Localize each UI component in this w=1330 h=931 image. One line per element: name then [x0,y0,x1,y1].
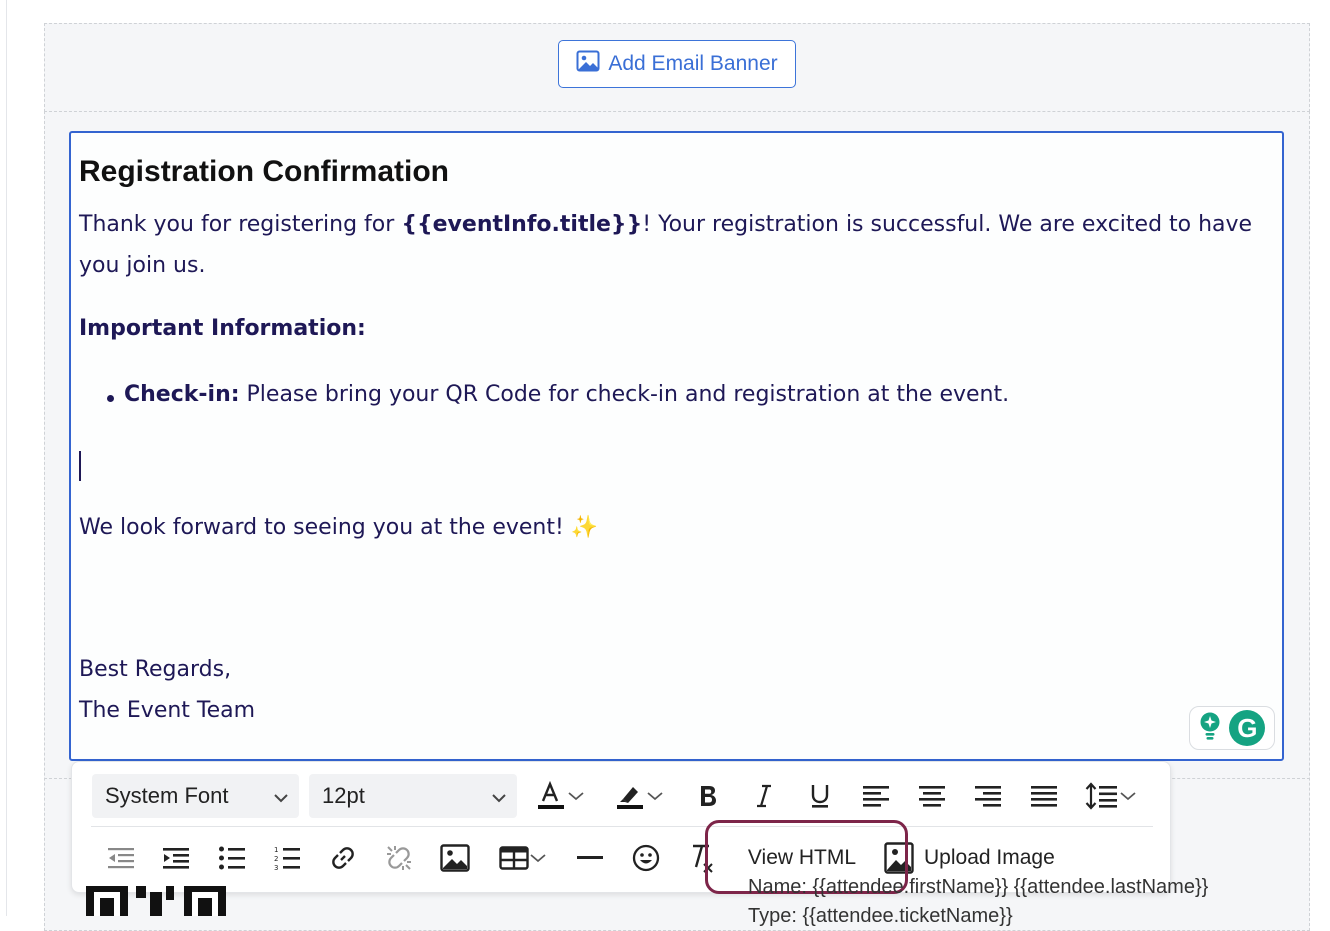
outdent-icon [107,847,135,869]
indent-button[interactable] [159,841,193,875]
horizontal-line-icon [576,855,604,861]
font-size-value: 12pt [322,783,365,808]
chevron-down-icon [567,791,585,801]
view-html-label: View HTML [747,846,857,869]
add-email-banner-label: Add Email Banner [608,52,778,75]
align-center-button[interactable] [915,779,949,813]
image-upload-icon [884,842,914,874]
font-family-value: System Font [105,783,229,808]
italic-button[interactable] [748,779,780,813]
text-cursor [79,451,81,481]
insert-image-button[interactable] [438,841,472,875]
horizontal-rule-button[interactable] [573,841,607,875]
italic-icon [753,784,775,808]
bullet-list-icon [218,846,246,870]
attendee-ticket-line: Type: {{attendee.ticketName}} [748,905,1013,927]
chevron-down-icon [273,783,289,809]
add-email-banner-button[interactable]: Add Email Banner [558,40,796,88]
smiley-icon [632,844,660,872]
svg-text:1: 1 [274,846,278,854]
text-color-button[interactable] [528,777,592,815]
important-info-heading: Important Information: [79,316,366,341]
line-height-button[interactable] [1080,779,1142,813]
svg-text:2: 2 [274,855,278,863]
text-color-icon [535,781,567,811]
attendee-name-line: Name: {{attendee.firstName}} {{attendee.… [748,876,1209,898]
align-justify-icon [1030,785,1058,807]
font-size-select[interactable]: 12pt [309,774,517,818]
svg-text:3: 3 [274,864,278,871]
indent-icon [162,847,190,869]
align-right-button[interactable] [971,779,1005,813]
align-right-icon [974,785,1002,807]
editor-toolbar: System Font 12pt 1 2 3 View HTML Upload … [71,761,1171,894]
bullet-marker [107,395,114,402]
unlink-icon [384,843,414,873]
emoji-button[interactable] [629,841,663,875]
chevron-down-icon [646,791,664,801]
checkin-list-item: Check-in: Please bring your QR Code for … [107,382,1009,407]
clear-formatting-icon [687,843,715,873]
checkin-label: Check-in: [124,382,240,407]
chevron-down-icon [491,783,507,809]
email-heading: Registration Confirmation [79,155,450,188]
highlighter-icon [614,781,646,811]
image-icon [576,50,600,78]
upload-image-label: Upload Image [924,846,1055,869]
table-button[interactable] [492,841,554,875]
link-icon [328,843,358,873]
bullet-list-button[interactable] [215,841,249,875]
team-line: The Event Team [79,698,256,723]
intro-paragraph: Thank you for registering for {{eventInf… [79,204,1259,286]
grammarly-widget[interactable]: G [1189,706,1275,750]
highlight-color-button[interactable] [607,777,671,815]
underline-icon [809,783,831,809]
regards-line: Best Regards, [79,657,232,682]
outdent-button[interactable] [104,841,138,875]
numbered-list-icon: 123 [273,845,301,871]
underline-button[interactable] [804,779,836,813]
event-title-placeholder: {{eventInfo.title}} [401,212,643,237]
table-icon [499,846,529,870]
clear-formatting-button[interactable] [684,841,718,875]
link-button[interactable] [326,841,360,875]
line-height-icon [1085,782,1119,810]
align-left-icon [862,785,890,807]
numbered-list-button[interactable]: 123 [270,841,304,875]
image-icon [440,844,470,872]
align-justify-button[interactable] [1027,779,1061,813]
closing-text: We look forward to seeing you at the eve… [79,515,571,540]
align-center-icon [918,785,946,807]
sparkles-emoji: ✨ [570,515,599,540]
toolbar-separator [91,826,1153,827]
chevron-down-icon [1119,791,1137,801]
email-body-editor[interactable]: Registration Confirmation Thank you for … [69,131,1284,761]
page-left-border [6,0,7,916]
font-family-select[interactable]: System Font [92,774,299,818]
align-left-button[interactable] [859,779,893,813]
closing-line: We look forward to seeing you at the eve… [79,515,598,540]
signature: Best Regards, The Event Team [79,649,255,731]
intro-text-start: Thank you for registering for [79,212,402,237]
bold-icon [697,784,719,808]
chevron-down-icon [529,853,547,863]
grammarly-icon[interactable]: G [1229,710,1266,746]
qr-code [86,878,228,920]
lightbulb-icon[interactable] [1199,711,1221,745]
bold-button[interactable] [692,779,724,813]
unlink-button[interactable] [382,841,416,875]
checkin-text: Please bring your QR Code for check-in a… [239,382,1010,407]
view-html-button[interactable]: View HTML [729,841,875,875]
upload-image-button[interactable]: Upload Image [884,840,1076,876]
